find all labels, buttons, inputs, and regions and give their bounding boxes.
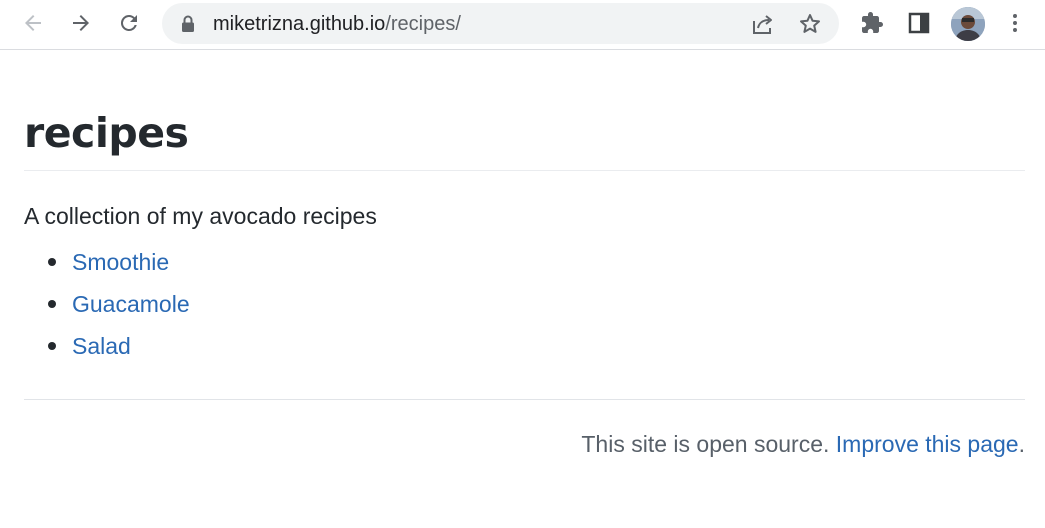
recipe-list: Smoothie Guacamole Salad — [24, 248, 1025, 374]
back-button[interactable] — [13, 5, 53, 41]
browser-toolbar: miketrizna.github.io/recipes/ — [0, 0, 1045, 50]
url-host: miketrizna.github.io — [213, 13, 386, 35]
page-description: A collection of my avocado recipes — [24, 203, 377, 229]
url-path: /recipes/ — [385, 13, 461, 35]
reload-icon — [120, 14, 137, 31]
side-panel-button[interactable] — [899, 5, 939, 41]
side-panel-icon — [908, 12, 930, 34]
list-item: Guacamole — [24, 290, 1025, 332]
page-title: recipes — [24, 109, 189, 157]
list-item: Smoothie — [24, 248, 1025, 290]
lock-icon[interactable] — [180, 15, 196, 33]
site-footer: This site is open source. Improve this p… — [24, 430, 1025, 458]
reload-button[interactable] — [109, 5, 149, 41]
url-text[interactable]: miketrizna.github.io/recipes/ — [213, 13, 461, 35]
improve-page-link[interactable]: Improve this page — [836, 431, 1019, 457]
footer-period: . — [1018, 431, 1025, 457]
bullet — [48, 342, 56, 350]
bullet — [48, 300, 56, 308]
back-arrow-icon — [25, 15, 41, 31]
puzzle-icon — [862, 12, 883, 33]
share-icon[interactable] — [750, 12, 776, 36]
address-bar[interactable]: miketrizna.github.io/recipes/ — [162, 3, 839, 44]
kebab-menu-icon — [1013, 14, 1017, 32]
recipe-link-smoothie[interactable]: Smoothie — [72, 249, 169, 275]
profile-avatar[interactable] — [951, 7, 985, 41]
bullet — [48, 258, 56, 266]
star-icon[interactable] — [798, 12, 822, 36]
title-divider — [24, 170, 1025, 171]
forward-arrow-icon — [73, 15, 89, 31]
page-content: recipes A collection of my avocado recip… — [24, 51, 1025, 458]
avatar-image — [951, 7, 985, 41]
recipe-link-salad[interactable]: Salad — [72, 333, 131, 359]
footer-text: This site is open source. — [581, 431, 830, 457]
extensions-button[interactable] — [852, 5, 892, 41]
browser-menu-button[interactable] — [995, 5, 1035, 41]
footer-divider — [24, 399, 1025, 400]
recipe-link-guacamole[interactable]: Guacamole — [72, 291, 190, 317]
list-item: Salad — [24, 332, 1025, 374]
forward-button[interactable] — [61, 5, 101, 41]
